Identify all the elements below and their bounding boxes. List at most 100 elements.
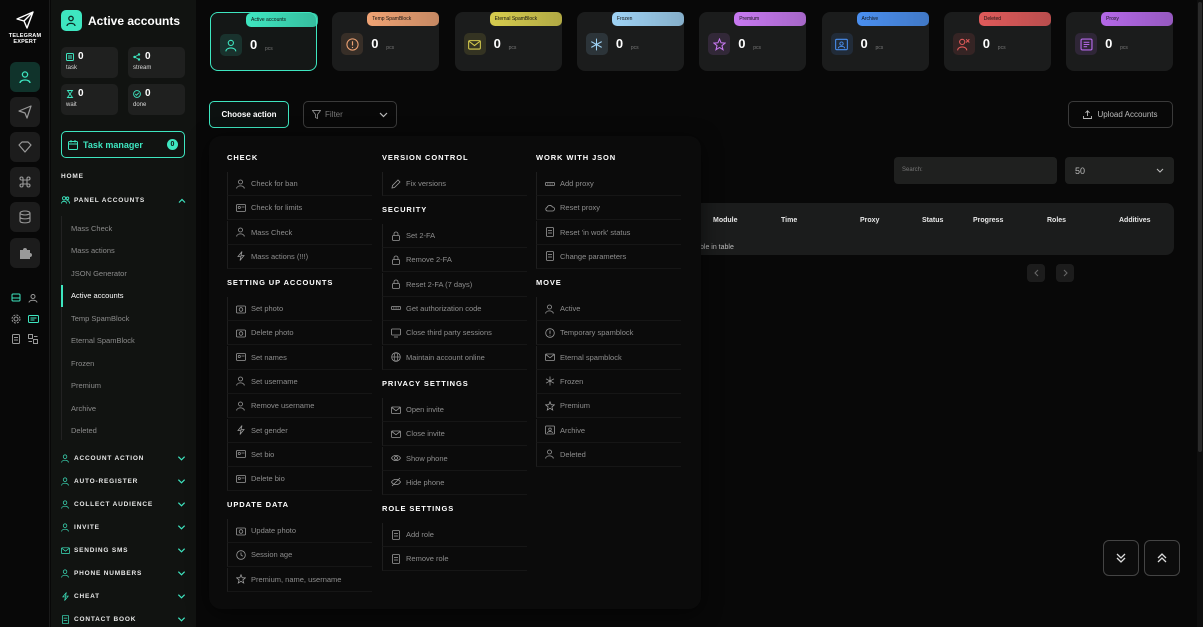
column-header-progress[interactable]: Progress [973, 217, 1003, 224]
status-card-frozen[interactable]: Frozen 0 pcs [576, 12, 684, 71]
menu-item-set-gender[interactable]: Set gender [227, 418, 372, 443]
rail-accounts-button[interactable] [10, 62, 40, 92]
rail-mini-1[interactable] [10, 292, 22, 304]
nav-section-auto-register[interactable]: AUTO-REGISTER [61, 475, 186, 487]
scrollbar-thumb[interactable] [1198, 2, 1202, 452]
rail-diamond-button[interactable] [10, 132, 40, 162]
upload-accounts-button[interactable]: Upload Accounts [1068, 101, 1173, 128]
column-header-roles[interactable]: Roles [1047, 217, 1066, 224]
rail-mini-4[interactable] [27, 313, 39, 325]
menu-item-session-age[interactable]: Session age [227, 543, 372, 568]
nav-section-account-action[interactable]: ACCOUNT ACTION [61, 452, 186, 464]
menu-item-remove-2-fa[interactable]: Remove 2-FA [382, 248, 527, 273]
rail-mini-6[interactable] [27, 333, 39, 345]
status-card-archive[interactable]: Archive 0 pcs [821, 12, 929, 71]
column-header-proxy[interactable]: Proxy [860, 217, 879, 224]
nav-section-contact-book[interactable]: CONTACT BOOK [61, 613, 186, 625]
menu-item-hide-phone[interactable]: Hide phone [382, 470, 527, 495]
status-card-active-accounts[interactable]: Active accounts 0 pcs [210, 12, 318, 71]
menu-item-fix-versions[interactable]: Fix versions [382, 172, 527, 196]
menu-item-set-2-fa[interactable]: Set 2-FA [382, 224, 527, 248]
scroll-up-button[interactable] [1144, 540, 1180, 576]
sidebar-item-temp-spamblock[interactable]: Temp SpamBlock [61, 307, 196, 329]
sidebar-item-archive[interactable]: Archive [61, 397, 196, 419]
menu-item-update-photo[interactable]: Update photo [227, 519, 372, 543]
menu-item-set-names[interactable]: Set names [227, 345, 372, 370]
nav-section-sending-sms[interactable]: SENDING SMS [61, 544, 186, 556]
next-page-button[interactable] [1056, 264, 1074, 282]
rail-command-button[interactable] [10, 167, 40, 197]
rail-mini-2[interactable] [27, 292, 39, 304]
menu-item-close-third-party-sessions[interactable]: Close third party sessions [382, 321, 527, 346]
sidebar-header: Active accounts [61, 10, 180, 31]
menu-item-delete-bio[interactable]: Delete bio [227, 467, 372, 492]
menu-item-check-for-limits[interactable]: Check for limits [227, 196, 372, 221]
column-header-additives[interactable]: Additives [1119, 217, 1151, 224]
search-input[interactable]: Search: [894, 157, 1057, 184]
menu-item-set-photo[interactable]: Set photo [227, 297, 372, 321]
menu-item-mass-check[interactable]: Mass Check [227, 220, 372, 245]
menu-item-remove-username[interactable]: Remove username [227, 394, 372, 419]
rail-database-button[interactable] [10, 202, 40, 232]
menu-item-temporary-spamblock[interactable]: Temporary spamblock [536, 321, 681, 346]
menu-item-add-proxy[interactable]: Add proxy [536, 172, 681, 196]
menu-item-reset-2-fa-7-days[interactable]: Reset 2-FA (7 days) [382, 272, 527, 297]
menu-item-reset-proxy[interactable]: Reset proxy [536, 196, 681, 221]
menu-item-show-phone[interactable]: Show phone [382, 446, 527, 471]
status-card-temp-spamblock[interactable]: Temp SpamBlock 0 pcs [332, 12, 440, 71]
menu-item-archive[interactable]: Archive [536, 418, 681, 443]
menu-item-deleted[interactable]: Deleted [536, 442, 681, 467]
nav-section-phone-numbers[interactable]: PHONE NUMBERS [61, 567, 186, 579]
menu-item-frozen[interactable]: Frozen [536, 369, 681, 394]
menu-item-close-invite[interactable]: Close invite [382, 422, 527, 447]
page-size-select[interactable]: 50 [1065, 157, 1174, 184]
nav-home[interactable]: HOME [61, 173, 84, 180]
menu-item-premium[interactable]: Premium [536, 394, 681, 419]
filter-dropdown[interactable]: Filter [303, 101, 397, 128]
menu-item-remove-role[interactable]: Remove role [382, 547, 527, 572]
column-header-module[interactable]: Module [713, 217, 738, 224]
menu-item-premium-name-username[interactable]: Premium, name, username [227, 567, 372, 592]
menu-item-add-role[interactable]: Add role [382, 523, 527, 547]
menu-item-mass-actions[interactable]: Mass actions (!!!) [227, 244, 372, 269]
status-card-eternal-spamblock[interactable]: Eternal SpamBlock 0 pcs [454, 12, 562, 71]
rail-mini-5[interactable] [10, 333, 22, 345]
column-header-status[interactable]: Status [922, 217, 943, 224]
status-card-premium[interactable]: Premium 0 pcs [699, 12, 807, 71]
menu-item-set-bio[interactable]: Set bio [227, 442, 372, 467]
sidebar-item-mass-check[interactable]: Mass Check [61, 217, 196, 239]
sidebar-item-mass-actions[interactable]: Mass actions [61, 240, 196, 262]
rail-send-button[interactable] [10, 97, 40, 127]
nav-section-invite[interactable]: INVITE [61, 521, 186, 533]
menu-item-maintain-account-online[interactable]: Maintain account online [382, 345, 527, 370]
sidebar-item-eternal-spamblock[interactable]: Eternal SpamBlock [61, 330, 196, 352]
task-manager-button[interactable]: Task manager 0 [61, 131, 185, 158]
rail-plugin-button[interactable] [10, 238, 40, 268]
menu-item-reset-in-work-status[interactable]: Reset 'in work' status [536, 220, 681, 245]
menu-item-get-authorization-code[interactable]: Get authorization code [382, 296, 527, 321]
column-header-time[interactable]: Time [781, 217, 797, 224]
prev-page-button[interactable] [1027, 264, 1045, 282]
card-label: Active accounts [246, 13, 318, 27]
nav-panel-accounts[interactable]: PANEL ACCOUNTS [61, 194, 186, 206]
nav-section-collect-audience[interactable]: COLLECT AUDIENCE [61, 498, 186, 510]
menu-item-change-parameters[interactable]: Change parameters [536, 244, 681, 269]
menu-item-active[interactable]: Active [536, 297, 681, 321]
menu-item-open-invite[interactable]: Open invite [382, 398, 527, 422]
nav-section-cheat[interactable]: CHEAT [61, 590, 186, 602]
sidebar-item-json-generator[interactable]: JSON Generator [61, 262, 196, 284]
scroll-down-button[interactable] [1103, 540, 1139, 576]
sidebar-item-active-accounts[interactable]: Active accounts [61, 284, 196, 307]
status-card-deleted[interactable]: Deleted 0 pcs [943, 12, 1051, 71]
choose-action-button[interactable]: Choose action [209, 101, 289, 128]
sidebar-item-deleted[interactable]: Deleted [61, 420, 196, 442]
menu-item-eternal-spamblock[interactable]: Eternal spamblock [536, 345, 681, 370]
menu-item-check-for-ban[interactable]: Check for ban [227, 172, 372, 196]
rail-mini-3[interactable] [10, 313, 22, 325]
status-card-proxy[interactable]: Proxy 0 pcs [1066, 12, 1174, 71]
menu-item-set-username[interactable]: Set username [227, 369, 372, 394]
sidebar-item-frozen[interactable]: Frozen [61, 352, 196, 374]
app-logo[interactable]: TELEGRAM EXPERT [0, 10, 50, 45]
menu-item-delete-photo[interactable]: Delete photo [227, 321, 372, 346]
sidebar-item-premium[interactable]: Premium [61, 375, 196, 397]
